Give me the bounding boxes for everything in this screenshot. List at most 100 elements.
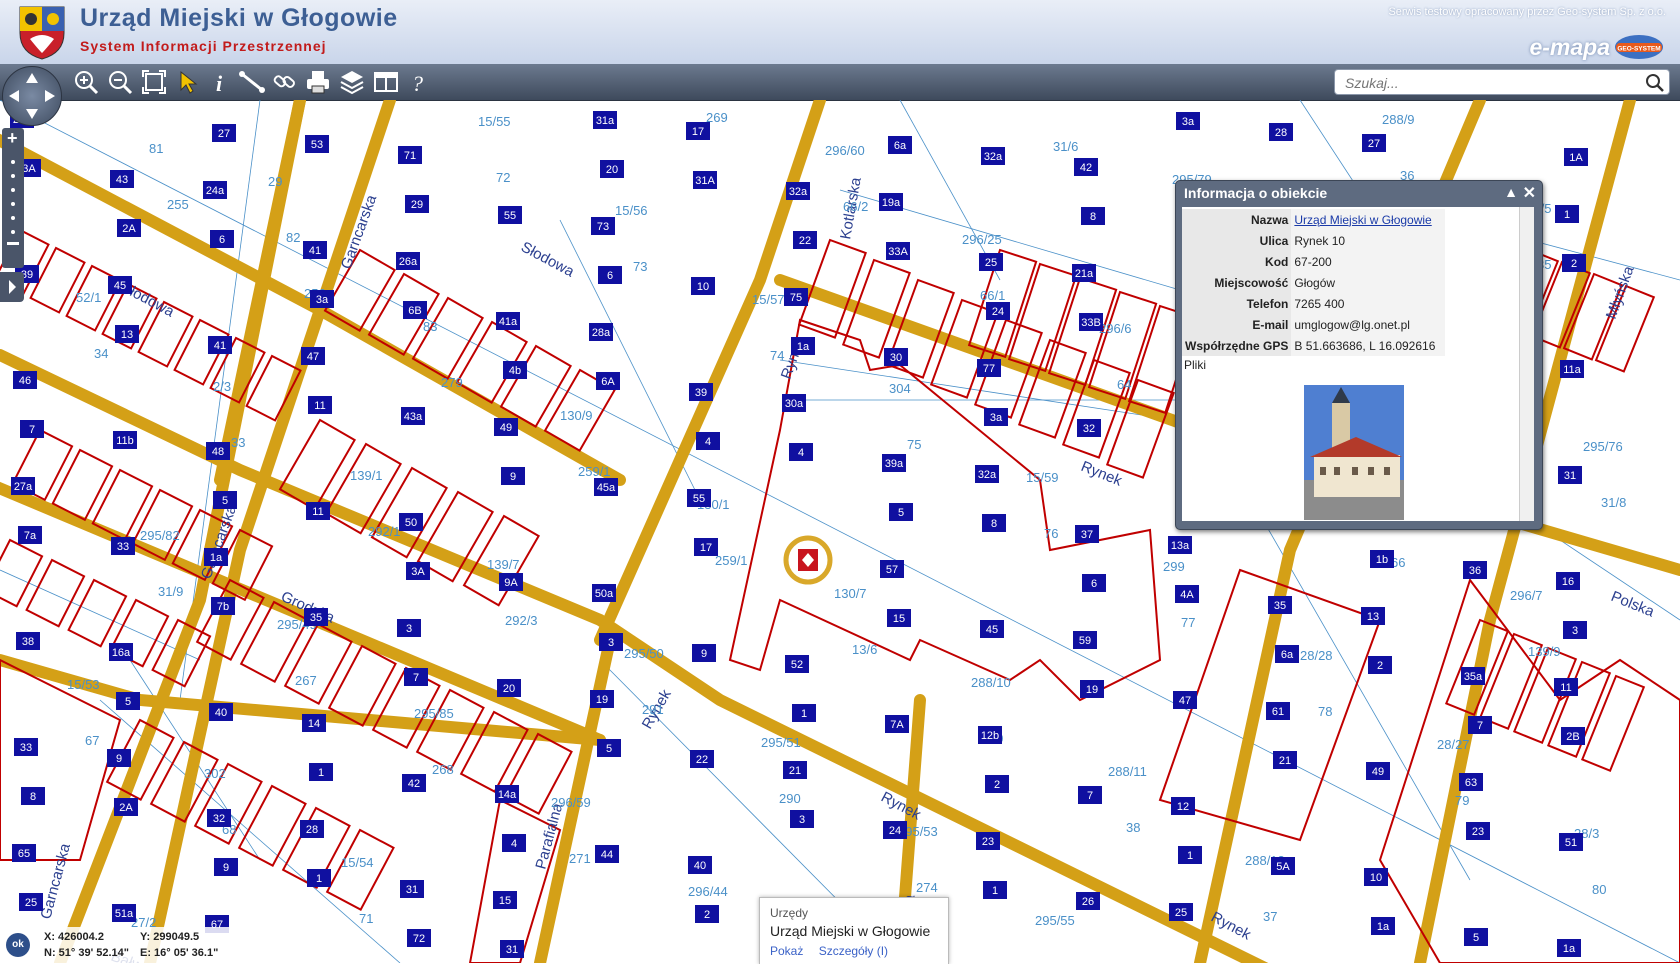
zoom-in-icon[interactable] [72,68,100,96]
building-number: 29 [411,199,423,211]
minimize-icon[interactable]: ▲ [1504,184,1518,200]
building-number: 20 [503,683,515,695]
building-number: 8 [991,518,997,530]
building-number: 12 [1177,801,1189,813]
building-number: 6a [1281,649,1294,661]
pan-up-icon[interactable] [26,73,38,83]
pan-right-icon[interactable] [45,90,55,102]
coord-y: Y: 299049.5 [140,931,200,943]
building-number: 44 [601,849,613,861]
building-number: 9A [504,577,518,589]
building-number: 14 [308,718,320,730]
office-name-link[interactable]: Urząd Miejski w Głogowie [1294,213,1431,227]
street-label: Rynek [1079,458,1125,490]
building-number: 22 [696,754,708,766]
building-number: 28 [306,824,318,836]
parcel-number: 2/3 [213,379,231,394]
search-icon[interactable] [1645,73,1665,93]
building-number: 38 [22,636,34,648]
building-number: 4A [1180,589,1194,601]
building-number: 6B [408,305,421,317]
building-number: 43 [116,174,128,186]
pan-down-icon[interactable] [26,109,38,119]
show-link[interactable]: Pokaż [770,944,803,958]
parcel-number: 288/10 [971,675,1011,690]
parcel-number: 295/85 [414,706,454,721]
building-number: 27a [14,481,33,493]
building-number: 49 [1372,766,1384,778]
parcel-number: 66/1 [980,288,1005,303]
building-number: 12b [981,730,999,742]
building-number: 9 [116,753,122,765]
parcel-number: 15/56 [615,203,648,218]
building-number: 23 [1472,826,1484,838]
pan-left-icon[interactable] [9,90,19,102]
building-number: 7b [217,601,229,613]
parcel-number: 304 [889,381,911,396]
help-icon[interactable]: ? [404,68,432,96]
town-hall-photo[interactable] [1304,385,1404,520]
building-number: 7A [890,719,904,731]
building-number: 41 [214,340,226,352]
link-icon[interactable] [270,68,298,96]
zoom-plus-icon[interactable]: + [7,128,18,148]
building-number: 57 [886,564,898,576]
building-number: 7a [24,530,37,542]
parcel-number: 292/3 [505,613,538,628]
building-number: 9 [223,862,229,874]
pan-control[interactable] [2,66,62,126]
parcel-number: 295/50 [624,646,664,661]
parcel-number: 37 [1263,909,1277,924]
building-number: 1a [797,341,810,353]
building-number: 1a [1377,921,1390,933]
parcel-number: 28/28 [1300,648,1333,663]
building-number: 5 [898,507,904,519]
building-number: 25 [1175,907,1187,919]
building-number: 35a [1464,671,1483,683]
select-arrow-icon[interactable] [174,68,202,96]
building-number: 8 [30,791,36,803]
parcel-number: 72 [496,170,510,185]
building-number: 3a [316,294,329,306]
building-number: 27 [218,128,230,140]
parcel-number: 31/8 [1601,495,1626,510]
building-number: 15 [499,895,511,907]
building-number: 26a [399,256,418,268]
building-number: 3 [1572,625,1578,637]
building-number: 31A [695,175,715,187]
layout-icon[interactable] [372,68,400,96]
building-number: 33 [20,742,32,754]
info-icon[interactable]: i [206,68,234,96]
building-number: 28a [592,327,611,339]
search-input[interactable] [1343,71,1637,95]
details-link[interactable]: Szczegóły (I) [819,944,888,958]
building-number: 49 [500,422,512,434]
zoom-out-icon[interactable] [106,68,134,96]
print-icon[interactable] [304,68,332,96]
coords-ok-button[interactable]: ok [6,933,30,957]
close-icon[interactable]: ✕ [1523,183,1536,203]
parcel-number: 67 [85,733,99,748]
zoom-minus-icon[interactable] [7,242,19,245]
parcel-number: 267 [295,673,317,688]
coordinates-readout: ok X: 426004.2 Y: 299049.5 N: 51° 39' 52… [0,927,236,963]
building-number: 3A [22,163,36,175]
building-number: 32a [984,151,1003,163]
building-number: 1 [992,885,998,897]
building-number: 2B [1566,731,1579,743]
building-number: 46 [19,375,31,387]
measure-ruler-icon[interactable] [238,68,266,96]
building-number: 39 [695,387,707,399]
building-number: 65 [18,848,30,860]
side-panel-toggle[interactable] [0,272,24,302]
building-number: 1 [1187,850,1193,862]
building-number: 2 [1377,660,1383,672]
full-extent-icon[interactable] [140,68,168,96]
building-number: 31a [596,115,615,127]
info-panel-scrollbar[interactable] [1519,207,1534,521]
parcel-number: 288/9 [1382,112,1415,127]
layers-icon[interactable] [338,68,366,96]
building-number: 14a [498,789,517,801]
zoom-slider[interactable]: + [2,128,24,268]
building-number: 11 [312,506,323,518]
